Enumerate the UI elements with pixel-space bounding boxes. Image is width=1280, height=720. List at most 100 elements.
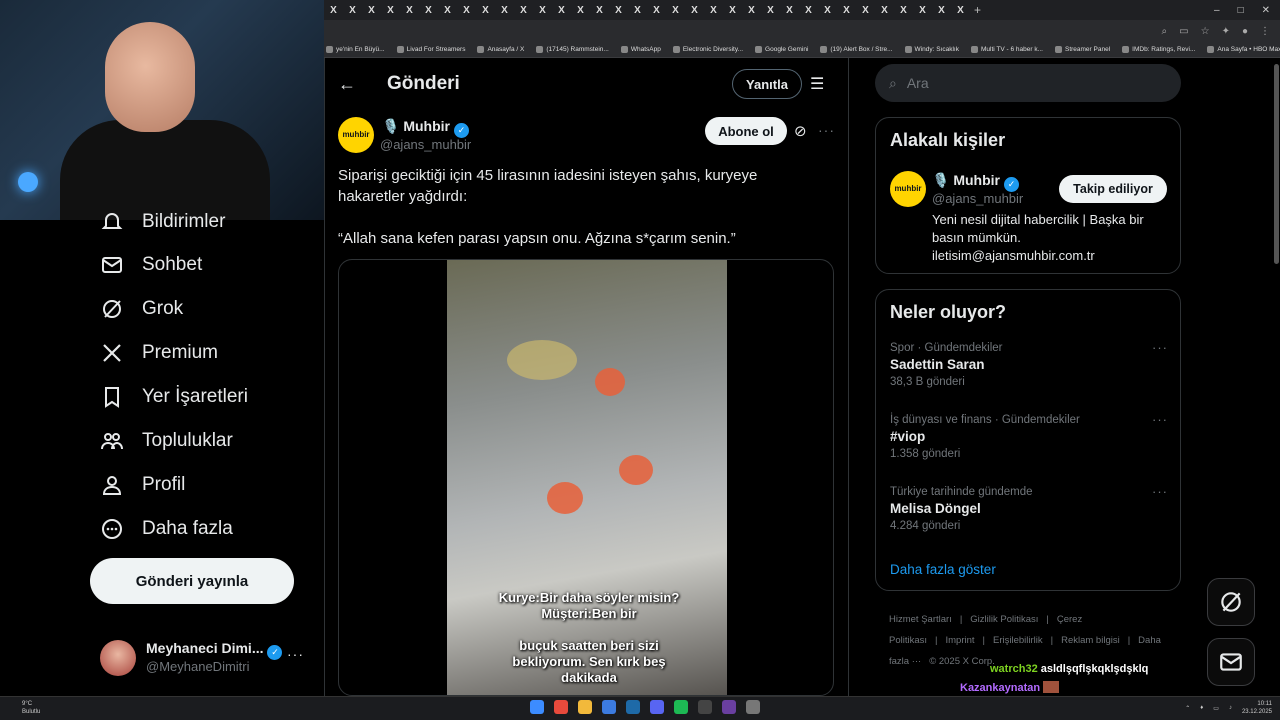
nav-item-sohbet[interactable]: Sohbet [100, 253, 202, 277]
reply-button[interactable]: Yanıtla [732, 69, 802, 99]
related-handle[interactable]: @ajans_muhbir [932, 191, 1023, 206]
bookmark-item[interactable]: Anasayfa / X [477, 46, 524, 53]
bookmark-item[interactable]: ye'nin En Büyü... [326, 46, 385, 53]
volume-icon[interactable]: ♪ [1229, 705, 1232, 711]
browser-tab[interactable]: X [647, 5, 666, 16]
search-box[interactable]: ⌕ Ara [875, 64, 1181, 102]
browser-tab[interactable]: X [381, 5, 400, 16]
grok-icon[interactable]: ⊘ [794, 122, 807, 140]
browser-tab[interactable]: X [799, 5, 818, 16]
footer-link[interactable]: Hizmet Şartları [889, 614, 952, 625]
browser-tab[interactable]: X [780, 5, 799, 16]
bookmark-item[interactable]: Electronic Diversity... [672, 46, 743, 53]
browser-tab[interactable]: X [932, 5, 951, 16]
post-more-icon[interactable]: ··· [818, 122, 835, 138]
author-name[interactable]: 🎙️ Muhbir [382, 118, 450, 134]
browser-tab[interactable]: X [552, 5, 571, 16]
post-button[interactable]: Gönderi yayınla [90, 558, 294, 604]
new-tab-button[interactable]: + [974, 3, 981, 17]
browser-tab[interactable]: X [818, 5, 837, 16]
filter-sliders-icon[interactable]: ☰ [810, 74, 824, 94]
nav-item-topluluklar[interactable]: Topluluklar [100, 429, 233, 453]
browser-tab[interactable]: X [704, 5, 723, 16]
app-icon[interactable] [746, 700, 760, 714]
bookmark-item[interactable]: Google Gemini [755, 46, 808, 53]
browser-tab[interactable]: X [761, 5, 780, 16]
trend-more-icon[interactable]: ··· [1152, 484, 1168, 499]
browser-tab[interactable]: X [324, 5, 343, 16]
footer-link[interactable]: Gizlilik Politikası [970, 614, 1038, 625]
browser-tab[interactable]: X [476, 5, 495, 16]
browser-tab[interactable]: X [495, 5, 514, 16]
browser-tab[interactable]: X [514, 5, 533, 16]
trend-item[interactable]: İş dünyası ve finans · Gündemdekiler #vio… [890, 412, 1170, 460]
bookmark-item[interactable]: Streamer Panel [1054, 46, 1110, 53]
browser-tab[interactable]: X [685, 5, 704, 16]
messages-fab-button[interactable] [1207, 638, 1255, 686]
network-icon[interactable]: ▭ [1213, 705, 1219, 712]
browser-tab[interactable]: X [609, 5, 628, 16]
account-more-icon[interactable]: ··· [287, 646, 304, 662]
discord-icon[interactable] [650, 700, 664, 714]
weather-widget[interactable]: 9°C Bulutlu [22, 700, 40, 716]
close-icon[interactable]: ✕ [1262, 5, 1270, 16]
browser-tab[interactable]: X [400, 5, 419, 16]
nav-item-premium[interactable]: Premium [100, 341, 218, 365]
nav-item-grok[interactable]: Grok [100, 297, 183, 321]
browser-tab[interactable]: X [457, 5, 476, 16]
browser-tab[interactable]: X [362, 5, 381, 16]
bookmark-item[interactable]: Multi TV - 6 haber k... [970, 46, 1043, 53]
cast-icon[interactable]: ▭ [1179, 26, 1188, 37]
bookmark-item[interactable]: Ana Sayfa • HBO Max [1207, 46, 1280, 53]
spotify-icon[interactable] [674, 700, 688, 714]
related-name[interactable]: 🎙️ Muhbir [932, 172, 1000, 188]
extensions-icon[interactable]: ✦ [1222, 26, 1230, 37]
footer-link[interactable]: Imprint [945, 635, 974, 646]
trend-more-icon[interactable]: ··· [1152, 340, 1168, 355]
footer-link[interactable]: Reklam bilgisi [1061, 635, 1120, 646]
zoom-icon[interactable]: ⌕ [1162, 26, 1168, 37]
nav-item-profil[interactable]: Profil [100, 473, 185, 497]
search-input[interactable]: Ara [907, 75, 929, 91]
nav-item-notifications[interactable]: Bildirimler [100, 210, 225, 234]
browser-tab[interactable]: X [533, 5, 552, 16]
app-icon[interactable] [722, 700, 736, 714]
clock[interactable]: 10:11 23.12.2025 [1242, 700, 1272, 716]
browser-tab[interactable]: X [438, 5, 457, 16]
bookmark-item[interactable]: Livad For Streamers [396, 46, 465, 53]
following-button[interactable]: Takip ediliyor [1059, 175, 1167, 203]
related-avatar[interactable]: muhbir [890, 171, 926, 207]
subscribe-button[interactable]: Abone ol [705, 117, 787, 145]
grok-fab-button[interactable] [1207, 578, 1255, 626]
bookmark-item[interactable]: (19) Alert Box / Stre... [820, 46, 893, 53]
bookmark-item[interactable]: WhatsApp [620, 46, 661, 53]
browser-tab[interactable]: X [343, 5, 362, 16]
author-avatar[interactable]: muhbir [338, 117, 374, 153]
nav-item-daha-fazla[interactable]: Daha fazla [100, 517, 233, 541]
trend-more-icon[interactable]: ··· [1152, 412, 1168, 427]
footer-link[interactable]: Erişilebilirlik [993, 635, 1043, 646]
browser-tab[interactable]: X [894, 5, 913, 16]
maximize-icon[interactable]: □ [1238, 5, 1244, 16]
profile-icon[interactable]: ● [1242, 26, 1248, 37]
browser-tab[interactable]: X [951, 5, 970, 16]
browser-tab[interactable]: X [666, 5, 685, 16]
account-switcher[interactable]: Meyhaneci Dimi... ✓ @MeyhaneDimitri ··· [100, 638, 314, 678]
trend-item[interactable]: Spor · Gündemdekiler Sadettin Saran 38,3 B… [890, 340, 1170, 388]
bookmark-item[interactable]: Windy: Sıcaklık [904, 46, 959, 53]
back-arrow-icon[interactable]: ← [338, 74, 356, 95]
browser-tab[interactable]: X [590, 5, 609, 16]
browser-tab[interactable]: X [837, 5, 856, 16]
star-icon[interactable]: ☆ [1201, 26, 1210, 37]
menu-icon[interactable]: ⋮ [1260, 26, 1270, 37]
bookmark-item[interactable]: (17145) Rammstein... [536, 46, 609, 53]
post-media[interactable]: Kurye:Bir daha söyler misin? Müşteri:Ben… [338, 259, 834, 696]
app-icon[interactable] [698, 700, 712, 714]
chrome-icon[interactable] [554, 700, 568, 714]
mic-icon[interactable]: ♦ [1200, 705, 1203, 711]
minimize-icon[interactable]: – [1214, 5, 1220, 16]
chevron-up-icon[interactable]: ⌃ [1185, 705, 1190, 712]
show-more-link[interactable]: Daha fazla göster [890, 562, 996, 577]
browser-tab[interactable]: X [628, 5, 647, 16]
browser-tab[interactable]: X [875, 5, 894, 16]
